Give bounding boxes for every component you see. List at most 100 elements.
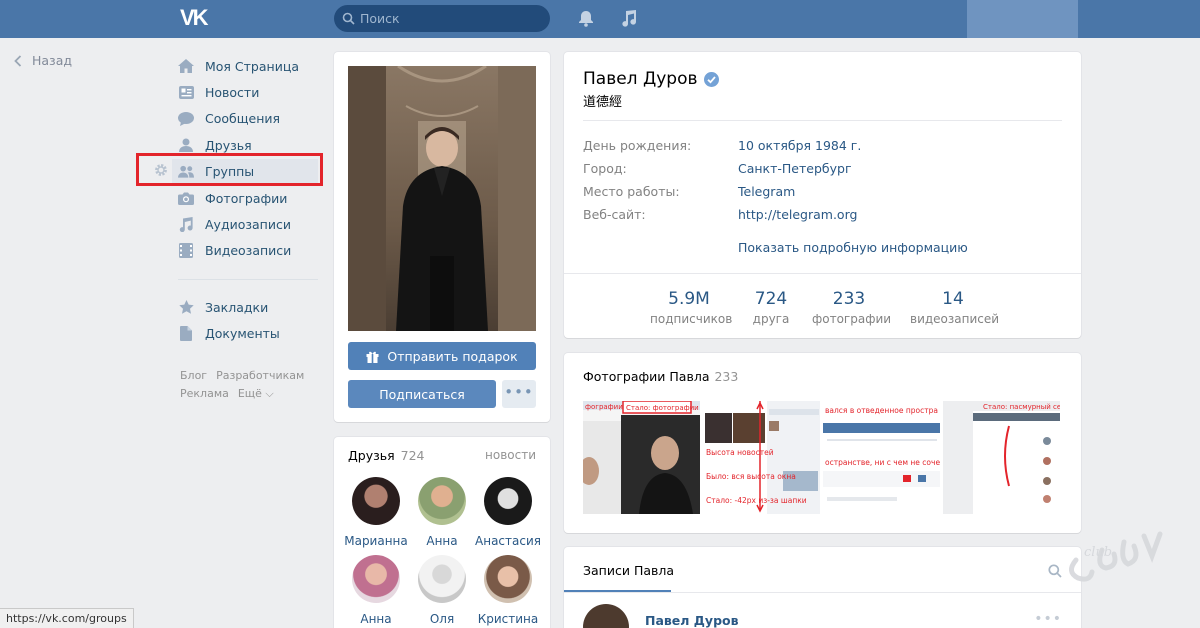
avatar [418, 555, 466, 603]
friend-item[interactable]: Анастасия [475, 477, 541, 548]
friends-title: Друзья [348, 448, 395, 463]
send-gift-button[interactable]: Отправить подарок [348, 342, 536, 370]
search-placeholder: Поиск [360, 11, 400, 26]
nav-label: Закладки [205, 299, 269, 315]
music-icon[interactable] [621, 9, 637, 27]
nav-messages[interactable]: Сообщения [178, 106, 318, 132]
nav-audio[interactable]: Аудиозаписи [178, 211, 318, 237]
friend-name: Оля [429, 612, 455, 626]
club-sovet-watermark: club [1069, 531, 1163, 582]
messages-icon [178, 111, 194, 127]
counter-followers[interactable]: 5.9M подписчиков [650, 289, 733, 326]
friend-name: Марианна [344, 534, 408, 548]
photos-count: 233 [714, 369, 739, 384]
posts-card: Записи Павла Павел Дуров ••• [564, 547, 1081, 628]
thumb-text: Стало: -42px из-за шапки [706, 496, 807, 505]
info-value[interactable]: http://telegram.org [738, 207, 857, 222]
nav-label: Документы [205, 326, 280, 342]
profile-status[interactable]: 道德經 [583, 91, 622, 110]
photo-thumb[interactable]: Высота новостей Было: вся высота окна Ст… [703, 401, 820, 514]
search-icon[interactable] [1048, 564, 1062, 578]
friend-item[interactable]: Оля [409, 555, 475, 626]
music-icon [178, 217, 194, 233]
thumb-text: Стало: фотографии [626, 404, 699, 412]
highlight-box [136, 153, 323, 186]
tab-posts[interactable]: Записи Павла [583, 563, 674, 578]
nav-bookmarks[interactable]: Закладки [178, 294, 318, 320]
friend-item[interactable]: Анна [343, 555, 409, 626]
post-menu-button[interactable]: ••• [1034, 611, 1062, 627]
footer-link-more[interactable]: Ещё ⌵ [238, 387, 274, 400]
bell-icon[interactable] [578, 10, 594, 27]
friend-item[interactable]: Кристина [475, 555, 541, 626]
more-actions-button[interactable]: ••• [502, 380, 536, 408]
photo-thumb[interactable]: фографии Стало: фотографии [583, 401, 700, 514]
profile-photo[interactable] [348, 66, 536, 331]
show-more-info-link[interactable]: Показать подробную информацию [738, 240, 968, 255]
friend-item[interactable]: Марианна [343, 477, 409, 548]
counter-label: друга [752, 312, 790, 326]
browser-status-bar: https://vk.com/groups [0, 608, 134, 628]
verified-icon[interactable] [703, 71, 719, 87]
thumb-text: Высота новостей [706, 448, 774, 457]
nav-documents[interactable]: Документы [178, 321, 318, 347]
profile-name: Павел Дуров [583, 69, 719, 89]
info-value[interactable]: Санкт-Петербург [738, 161, 852, 176]
back-label: Назад [32, 53, 73, 68]
nav-my-page[interactable]: Моя Страница [178, 53, 318, 79]
video-icon [178, 243, 194, 259]
counter-value: 233 [832, 289, 866, 309]
info-key: День рождения: [583, 138, 692, 153]
friends-icon [178, 137, 194, 153]
counter-label: подписчиков [650, 312, 733, 326]
info-value[interactable]: Telegram [738, 184, 795, 199]
photo-thumb[interactable]: вался в отведенное простра остранстве, н… [823, 401, 940, 514]
footer-link-blog[interactable]: Блог [180, 369, 207, 382]
info-value[interactable]: 10 октября 1984 г. [738, 138, 861, 153]
star-icon [178, 299, 194, 315]
document-icon [178, 326, 194, 342]
avatar[interactable] [583, 604, 629, 628]
friends-news-link[interactable]: новости [485, 448, 536, 462]
news-icon [178, 85, 194, 101]
divider [564, 273, 1081, 274]
friend-item[interactable]: Анна [409, 477, 475, 548]
user-menu[interactable] [967, 0, 1078, 38]
home-icon [178, 58, 194, 74]
photo-thumb[interactable]: Стало: пасмурный серый [943, 401, 1060, 514]
nav-label: Сообщения [205, 111, 281, 127]
post-author[interactable]: Павел Дуров [645, 613, 739, 628]
info-row-work: Место работы: Telegram [583, 184, 795, 199]
thumb-text: остранстве, ни с чем не сочета [825, 458, 940, 467]
friend-name: Анастасия [475, 534, 541, 548]
back-link[interactable]: Назад [14, 53, 72, 68]
footer-link-ads[interactable]: Реклама [180, 387, 229, 400]
footer-link-developers[interactable]: Разработчикам [216, 369, 304, 382]
chevron-left-icon [14, 54, 22, 67]
info-key: Город: [583, 161, 627, 176]
footer-links: Блог Разработчикам Реклама Ещё ⌵ [180, 367, 313, 403]
friends-header[interactable]: Друзья 724 [348, 448, 425, 463]
counter-friends[interactable]: 724 друга [736, 289, 806, 326]
nav-video[interactable]: Видеозаписи [178, 238, 318, 264]
counter-photos[interactable]: 233 фотографии [812, 289, 891, 326]
nav-photos[interactable]: Фотографии [178, 185, 318, 211]
search-input[interactable]: Поиск [334, 5, 550, 32]
avatar [484, 555, 532, 603]
photos-header[interactable]: Фотографии Павла 233 [583, 369, 738, 384]
divider [583, 120, 1062, 121]
info-row-website: Веб-сайт: http://telegram.org [583, 207, 857, 222]
info-key: Место работы: [583, 184, 680, 199]
avatar-card: Отправить подарок Подписаться ••• [334, 52, 550, 422]
nav-news[interactable]: Новости [178, 79, 318, 105]
subscribe-button[interactable]: Подписаться [348, 380, 496, 408]
profile-name-text: Павел Дуров [583, 69, 698, 89]
svg-text:club: club [1084, 545, 1112, 560]
counter-label: видеозаписей [910, 312, 1000, 326]
vk-logo[interactable]: VK [180, 7, 212, 29]
info-row-birthday: День рождения: 10 октября 1984 г. [583, 138, 861, 153]
counter-value: 14 [942, 289, 964, 309]
gift-label: Отправить подарок [387, 348, 518, 364]
counter-videos[interactable]: 14 видеозаписей [910, 289, 1000, 326]
thumb-text: Стало: пасмурный серый [983, 403, 1060, 411]
